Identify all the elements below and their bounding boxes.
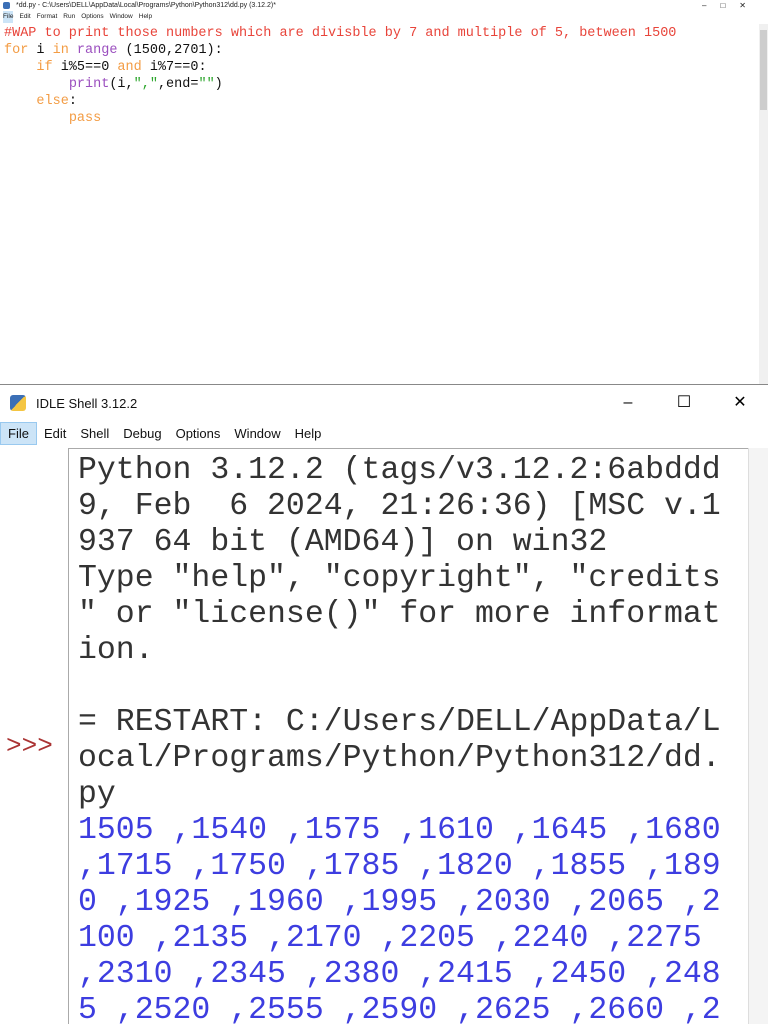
output-line: ,1715 ,1750 ,1785 ,1820 ,1855 ,189 (78, 849, 721, 884)
python-icon (10, 395, 26, 411)
close-button[interactable]: ✕ (712, 386, 768, 420)
menu-debug[interactable]: Debug (116, 423, 168, 444)
minimize-button[interactable]: – (702, 1, 720, 10)
builtin-range: range (68, 43, 118, 58)
restart-line: ocal/Programs/Python/Python312/dd. (78, 741, 721, 776)
maximize-button[interactable]: □ (720, 1, 739, 10)
menu-help[interactable]: Help (139, 11, 152, 23)
shell-scrollbar[interactable] (748, 448, 768, 1024)
code: ) (214, 77, 223, 92)
shell-prompt: >>> (6, 731, 53, 761)
code: : (68, 94, 77, 109)
banner-line: ion. (78, 633, 154, 668)
code: ,end= (157, 77, 199, 92)
code: (1500,2701): (117, 43, 223, 58)
kw-pass: pass (68, 111, 102, 126)
output-line: 0 ,1925 ,1960 ,1995 ,2030 ,2065 ,2 (78, 885, 721, 920)
menu-window[interactable]: Window (110, 11, 133, 23)
minimize-button[interactable]: – (600, 386, 656, 420)
builtin-print: print (68, 77, 110, 92)
restart-line: py (78, 777, 116, 812)
menu-edit[interactable]: Edit (37, 423, 73, 444)
menu-edit[interactable]: Edit (19, 11, 30, 23)
editor-title: *dd.py - C:\Users\DELL\AppData\Local\Pro… (16, 2, 276, 9)
kw-for: for (4, 43, 29, 58)
kw-else: else (36, 94, 69, 109)
code: i%5==0 (52, 60, 118, 75)
output-line: 100 ,2135 ,2170 ,2205 ,2240 ,2275 (78, 921, 702, 956)
restart-line: = RESTART: C:/Users/DELL/AppData/L (78, 705, 721, 740)
shell-window: IDLE Shell 3.12.2 – ☐ ✕ File Edit Shell Debug… (0, 386, 768, 1028)
code: i (28, 43, 53, 58)
menu-window[interactable]: Window (227, 423, 287, 444)
menu-help[interactable]: Help (288, 423, 329, 444)
code: i%7==0: (141, 60, 207, 75)
kw-and: and (117, 60, 142, 75)
shell-title: IDLE Shell 3.12.2 (36, 395, 138, 411)
string: "" (198, 77, 215, 92)
code: (i, (109, 77, 134, 92)
code-editor[interactable]: #WAP to print those numbers which are di… (4, 25, 676, 127)
menu-file[interactable]: File (3, 11, 14, 23)
menu-shell[interactable]: Shell (73, 423, 116, 444)
banner-line: Python 3.12.2 (tags/v3.12.2:6abddd (78, 453, 721, 488)
maximize-button[interactable]: ☐ (656, 386, 712, 420)
close-button[interactable]: ✕ (739, 1, 760, 10)
editor-scrollbar[interactable] (759, 24, 768, 384)
banner-line: Type "help", "copyright", "credits (78, 561, 721, 596)
kw-if: if (36, 60, 53, 75)
prompt-gutter: >>> (0, 448, 68, 1024)
menu-file[interactable]: File (0, 421, 37, 445)
output-line: ,2310 ,2345 ,2380 ,2415 ,2450 ,248 (78, 957, 721, 992)
shell-output[interactable]: Python 3.12.2 (tags/v3.12.2:6abddd 9, Feb… (68, 448, 748, 1028)
shell-menu-bar: File Edit Shell Debug Options Window Help (0, 420, 768, 446)
menu-options[interactable]: Options (169, 423, 228, 444)
editor-menu-bar: File Edit Format Run Options Window Help (0, 11, 768, 23)
string: "," (133, 77, 158, 92)
menu-run[interactable]: Run (63, 11, 75, 23)
editor-title-bar: *dd.py - C:\Users\DELL\AppData\Local\Pro… (0, 0, 768, 11)
code-comment: #WAP to print those numbers which are di… (4, 26, 677, 41)
banner-line: 9, Feb 6 2024, 21:26:36) [MSC v.1 (78, 489, 721, 524)
banner-line: 937 64 bit (AMD64)] on win32 (78, 525, 608, 560)
output-line: 1505 ,1540 ,1575 ,1610 ,1645 ,1680 (78, 813, 721, 848)
menu-options[interactable]: Options (81, 11, 103, 23)
python-file-icon (3, 2, 10, 9)
menu-format[interactable]: Format (37, 11, 58, 23)
editor-window: *dd.py - C:\Users\DELL\AppData\Local\Pro… (0, 0, 768, 385)
kw-in: in (52, 43, 69, 58)
banner-line: " or "license()" for more informat (78, 597, 721, 632)
